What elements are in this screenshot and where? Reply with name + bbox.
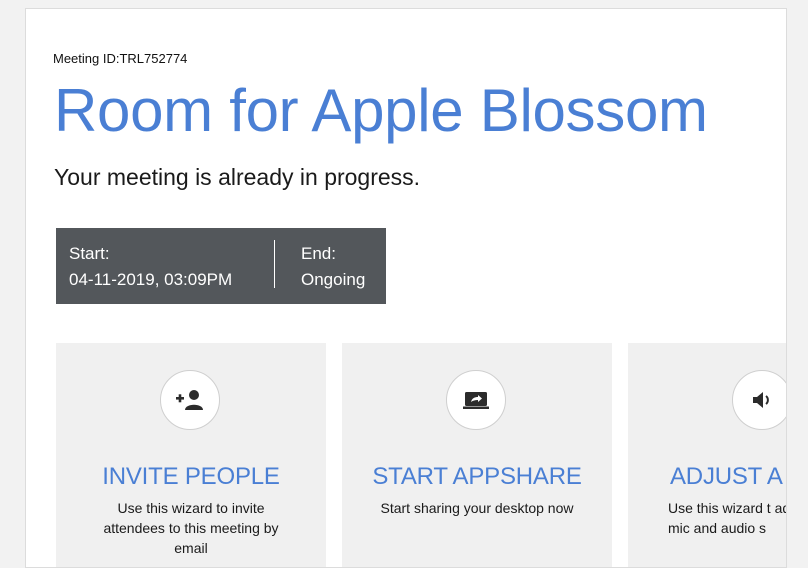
meeting-time-box: Start: 04-11-2019, 03:09PM End: Ongoing [56, 228, 386, 304]
add-person-icon[interactable] [160, 370, 220, 430]
start-value: 04-11-2019, 03:09PM [69, 270, 233, 289]
start-appshare-card[interactable]: START APPSHARE Start sharing your deskto… [342, 343, 612, 567]
start-time: Start: 04-11-2019, 03:09PM [69, 241, 232, 293]
end-label: End: [301, 244, 336, 263]
adjust-audio-title: ADJUST A [670, 463, 783, 490]
end-time: End: Ongoing [301, 241, 365, 293]
start-appshare-description: Start sharing your desktop now [380, 500, 574, 516]
invite-people-card[interactable]: INVITE PEOPLE Use this wizard to invite … [56, 343, 326, 567]
page-title: Room for Apple Blossom [54, 77, 708, 144]
start-appshare-title: START APPSHARE [372, 463, 582, 490]
screen-share-icon[interactable] [446, 370, 506, 430]
meeting-id: Meeting ID:TRL752774 [53, 51, 188, 66]
invite-people-title: INVITE PEOPLE [102, 463, 280, 490]
meeting-status: Your meeting is already in progress. [54, 164, 421, 190]
adjust-audio-description: Use this wizard t adjust your mic and au… [668, 500, 786, 536]
invite-people-description: Use this wizard to invite attendees to t… [103, 500, 279, 556]
end-value: Ongoing [301, 270, 366, 289]
meeting-panel: Meeting ID:TRL752774 Room for Apple Blos… [25, 8, 787, 568]
start-label: Start: [69, 244, 110, 263]
speaker-icon[interactable] [732, 370, 786, 430]
adjust-audio-card[interactable]: ADJUST A Use this wizard t adjust your m… [628, 343, 786, 567]
time-divider [274, 240, 275, 288]
